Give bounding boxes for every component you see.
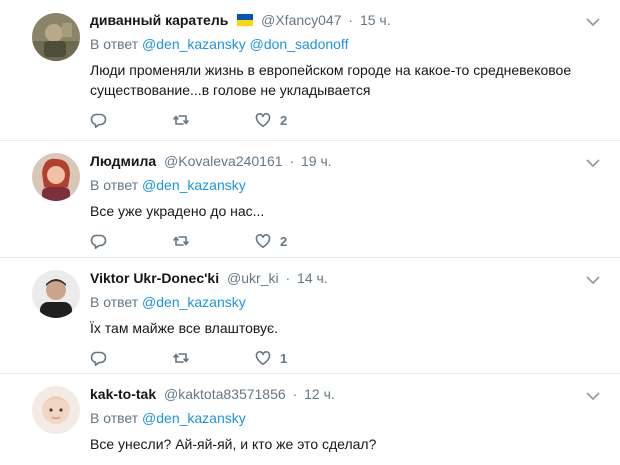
retweet-icon	[172, 349, 190, 367]
like-button[interactable]: 2	[254, 232, 336, 250]
timestamp[interactable]: 14 ч.	[297, 270, 328, 286]
mention-link[interactable]: @den_kazansky	[142, 36, 246, 52]
user-handle[interactable]: @kaktota83571856	[164, 386, 286, 402]
reply-button[interactable]	[90, 111, 172, 129]
tweet-header: kak-to-tak @kaktota83571856 · 12 ч.	[90, 384, 606, 404]
reply-prefix: В ответ	[90, 177, 139, 193]
tweet-actions: 2	[90, 110, 606, 142]
chevron-down-icon[interactable]	[586, 272, 600, 285]
chevron-down-icon[interactable]	[586, 155, 600, 168]
retweet-button[interactable]	[172, 111, 254, 129]
separator: ·	[285, 270, 291, 286]
reply-context: В ответ @den_kazansky	[90, 292, 606, 312]
avatar[interactable]	[32, 270, 80, 318]
display-name[interactable]: kak-to-tak	[90, 386, 156, 402]
timestamp[interactable]: 15 ч.	[360, 12, 391, 28]
chevron-down-icon[interactable]	[586, 388, 600, 401]
like-count: 1	[280, 350, 288, 366]
reply-button[interactable]	[90, 349, 172, 367]
reply-context: В ответ @den_kazansky	[90, 175, 606, 195]
timestamp[interactable]: 12 ч.	[304, 386, 335, 402]
tweet-text: Все унесли? Ай-яй-яй, и кто же это сдела…	[90, 436, 377, 452]
tweet[interactable]: Viktor Ukr-Donec'ki @ukr_ki · 14 ч. В от…	[0, 258, 620, 374]
mention-link[interactable]: @den_kazansky	[142, 294, 246, 310]
reply-prefix: В ответ	[90, 294, 139, 310]
tweet-header: Людмила @Kovaleva240161 · 19 ч.	[90, 151, 606, 171]
tweet-header: диванный каратель @Xfancy047 · 15 ч.	[90, 10, 606, 30]
avatar[interactable]	[32, 153, 80, 201]
reply-button[interactable]	[90, 232, 172, 250]
retweet-button[interactable]	[172, 232, 254, 250]
tweet-text: Люди променяли жизнь в европейском город…	[90, 62, 572, 98]
reply-icon	[90, 111, 108, 129]
timestamp[interactable]: 19 ч.	[301, 153, 332, 169]
heart-icon	[254, 349, 272, 367]
mention-link[interactable]: @den_kazansky	[142, 177, 246, 193]
reply-context: В ответ @den_kazansky @don_sadonoff	[90, 34, 606, 54]
avatar[interactable]	[32, 386, 80, 434]
ukraine-flag-icon	[237, 11, 254, 26]
user-handle[interactable]: @Xfancy047	[261, 12, 341, 28]
tweet-header: Viktor Ukr-Donec'ki @ukr_ki · 14 ч.	[90, 268, 606, 288]
tweet-text: Все уже украдено до нас...	[90, 203, 265, 219]
like-count: 2	[280, 233, 288, 249]
separator: ·	[289, 153, 295, 169]
retweet-icon	[172, 232, 190, 250]
chevron-down-icon[interactable]	[586, 14, 600, 27]
like-count: 2	[280, 112, 288, 128]
tweet-feed: диванный каратель @Xfancy047 · 15 ч. В о…	[0, 0, 620, 465]
display-name[interactable]: Viktor Ukr-Donec'ki	[90, 270, 219, 286]
tweet[interactable]: диванный каратель @Xfancy047 · 15 ч. В о…	[0, 0, 620, 141]
reply-context: В ответ @den_kazansky	[90, 408, 606, 428]
tweet[interactable]: kak-to-tak @kaktota83571856 · 12 ч. В от…	[0, 374, 620, 465]
reply-prefix: В ответ	[90, 36, 139, 52]
mention-link[interactable]: @don_sadonoff	[250, 36, 349, 52]
separator: ·	[348, 12, 354, 28]
heart-icon	[254, 111, 272, 129]
tweet[interactable]: Людмила @Kovaleva240161 · 19 ч. В ответ …	[0, 141, 620, 258]
reply-prefix: В ответ	[90, 410, 139, 426]
like-button[interactable]: 2	[254, 111, 336, 129]
retweet-icon	[172, 111, 190, 129]
heart-icon	[254, 232, 272, 250]
separator: ·	[292, 386, 298, 402]
user-handle[interactable]: @Kovaleva240161	[164, 153, 283, 169]
like-button[interactable]: 1	[254, 349, 336, 367]
reply-icon	[90, 349, 108, 367]
display-name[interactable]: Людмила	[90, 153, 156, 169]
user-handle[interactable]: @ukr_ki	[227, 270, 279, 286]
reply-icon	[90, 232, 108, 250]
avatar[interactable]	[32, 13, 80, 61]
retweet-button[interactable]	[172, 349, 254, 367]
tweet-text: Їх там майже все влаштовує.	[90, 320, 279, 336]
display-name[interactable]: диванный каратель	[90, 12, 228, 28]
mention-link[interactable]: @den_kazansky	[142, 410, 246, 426]
